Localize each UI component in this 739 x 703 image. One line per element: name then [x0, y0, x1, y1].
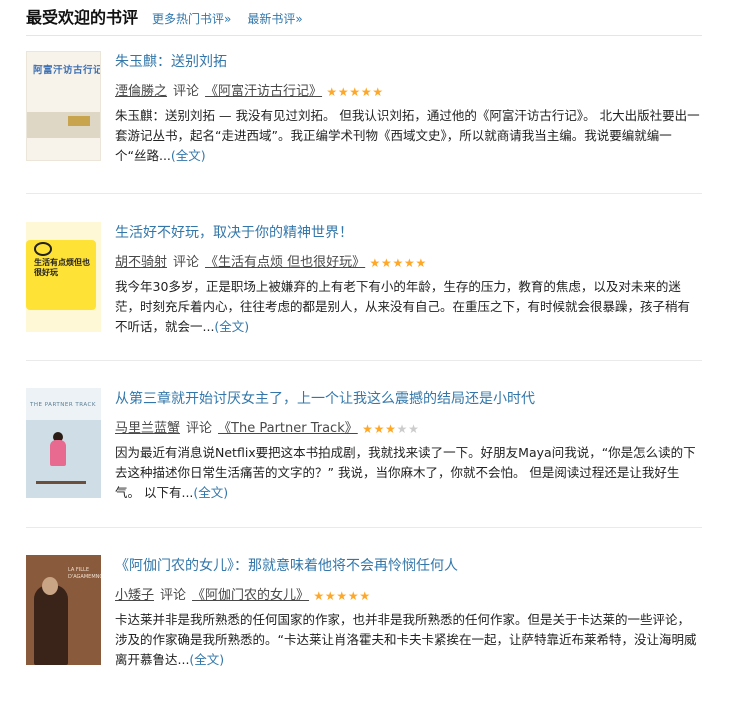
- excerpt-text: 我今年30多岁，正是职场上被嫌弃的上有老下有小的年龄，生存的压力，教育的焦虑，以…: [115, 279, 691, 334]
- review-author[interactable]: 马里兰蓝蟹: [115, 418, 180, 440]
- book-cover-afghanistan-icon[interactable]: 阿富汗访古行记: [26, 51, 101, 161]
- review-book[interactable]: 《The Partner Track》: [218, 418, 358, 440]
- review-meta: 胡不骑射 评论 《生活有点烦 但也很好玩》 ★ ★ ★ ★ ★: [115, 252, 702, 274]
- section-title: 最受欢迎的书评: [26, 8, 139, 27]
- review-item: LA FILLE D'AGAMEMNON 《阿伽门农的女儿》：那就意味着他将不会…: [26, 555, 702, 685]
- cover-title: 阿富汗访古行记: [33, 65, 101, 76]
- star-filled-icon: ★: [337, 85, 349, 99]
- review-item: 生活有点烦但也很好玩 生活好不好玩，取决于你的精神世界！ 胡不骑射 评论 《生活…: [26, 222, 702, 361]
- more-popular-reviews-link[interactable]: 更多热门书评»: [152, 7, 231, 31]
- star-filled-icon: ★: [349, 85, 361, 99]
- star-filled-icon: ★: [362, 422, 373, 436]
- star-filled-icon: ★: [392, 256, 404, 270]
- book-cover-agamemnon-icon[interactable]: LA FILLE D'AGAMEMNON: [26, 555, 101, 665]
- cover-figure-head: [42, 577, 58, 595]
- rating-stars: ★ ★ ★ ★ ★: [362, 423, 420, 435]
- star-filled-icon: ★: [336, 589, 348, 603]
- review-excerpt: 因为最近有消息说Netflix要把这本书拍成剧，我就找来读了一下。好朋友Maya…: [115, 443, 702, 503]
- review-body: 生活好不好玩，取决于你的精神世界！ 胡不骑射 评论 《生活有点烦 但也很好玩》 …: [115, 222, 702, 337]
- divider: [26, 193, 702, 194]
- review-action: 评论: [186, 421, 213, 436]
- divider: [26, 360, 702, 361]
- star-filled-icon: ★: [369, 256, 381, 270]
- cover-title: 生活有点烦但也很好玩: [34, 258, 90, 277]
- review-book[interactable]: 《阿伽门农的女儿》: [192, 585, 309, 607]
- book-cover-life-icon[interactable]: 生活有点烦但也很好玩: [26, 222, 101, 332]
- star-filled-icon: ★: [313, 589, 325, 603]
- review-action: 评论: [160, 588, 187, 603]
- book-cover-partner-track-icon[interactable]: THE PARTNER TRACK: [26, 388, 101, 498]
- review-body: 从第三章就开始讨厌女主了，上一个让我这么震撼的结局还是小时代 马里兰蓝蟹 评论 …: [115, 388, 702, 503]
- star-filled-icon: ★: [381, 256, 392, 270]
- cover-title: LA FILLE D'AGAMEMNON: [68, 567, 101, 580]
- star-filled-icon: ★: [385, 422, 396, 436]
- rating-stars: ★ ★ ★ ★ ★: [369, 257, 427, 269]
- review-title[interactable]: 生活好不好玩，取决于你的精神世界！: [115, 222, 702, 244]
- cover-figure: [50, 440, 66, 466]
- review-excerpt: 朱玉麒：送别刘拓 — 我没有见过刘拓。 但我认识刘拓，通过他的《阿富汗访古行记》…: [115, 106, 702, 166]
- star-empty-icon: ★: [408, 422, 419, 436]
- section-header: 最受欢迎的书评 更多热门书评» 最新书评»: [26, 6, 702, 36]
- star-filled-icon: ★: [326, 85, 338, 99]
- divider: [26, 527, 702, 528]
- star-filled-icon: ★: [372, 85, 384, 99]
- cover-figure: [34, 585, 68, 665]
- cover-emblem: [68, 116, 90, 126]
- review-title[interactable]: 从第三章就开始讨厌女主了，上一个让我这么震撼的结局还是小时代: [115, 388, 702, 410]
- star-filled-icon: ★: [324, 589, 336, 603]
- review-author[interactable]: 胡不骑射: [115, 252, 167, 274]
- star-filled-icon: ★: [360, 85, 372, 99]
- review-book[interactable]: 《阿富汗访古行记》: [205, 81, 322, 103]
- star-filled-icon: ★: [347, 589, 359, 603]
- cover-title: THE PARTNER TRACK: [30, 402, 96, 408]
- review-book[interactable]: 《生活有点烦 但也很好玩》: [205, 252, 365, 274]
- review-item: 阿富汗访古行记 朱玉麒：送别刘拓 湮倫勝之 评论 《阿富汗访古行记》 ★ ★ ★ ★ ★…: [26, 51, 702, 194]
- review-meta: 马里兰蓝蟹 评论 《The Partner Track》 ★ ★ ★ ★ ★: [115, 418, 702, 440]
- review-author[interactable]: 湮倫勝之: [115, 81, 167, 103]
- full-text-link[interactable]: (全文): [193, 485, 228, 500]
- review-body: 朱玉麒：送别刘拓 湮倫勝之 评论 《阿富汗访古行记》 ★ ★ ★ ★ ★ 朱玉麒：送别刘…: [115, 51, 702, 166]
- full-text-link[interactable]: (全文): [189, 652, 224, 667]
- cover-doodle: [34, 242, 52, 256]
- review-body: 《阿伽门农的女儿》：那就意味着他将不会再怜悯任何人 小矮子 评论 《阿伽门农的女…: [115, 555, 702, 670]
- full-text-link[interactable]: (全文): [214, 319, 249, 334]
- review-item: THE PARTNER TRACK 从第三章就开始讨厌女主了，上一个让我这么震撼…: [26, 388, 702, 528]
- rating-stars: ★ ★ ★ ★ ★: [313, 590, 371, 602]
- star-filled-icon: ★: [415, 256, 427, 270]
- full-text-link[interactable]: (全文): [171, 148, 206, 163]
- star-filled-icon: ★: [404, 256, 415, 270]
- review-action: 评论: [173, 84, 200, 99]
- rating-stars: ★ ★ ★ ★ ★: [326, 86, 384, 98]
- star-empty-icon: ★: [396, 422, 408, 436]
- review-action: 评论: [173, 255, 200, 270]
- review-author[interactable]: 小矮子: [115, 585, 154, 607]
- review-meta: 小矮子 评论 《阿伽门农的女儿》 ★ ★ ★ ★ ★: [115, 585, 702, 607]
- review-meta: 湮倫勝之 评论 《阿富汗访古行记》 ★ ★ ★ ★ ★: [115, 81, 702, 103]
- star-filled-icon: ★: [359, 589, 371, 603]
- star-filled-icon: ★: [373, 422, 385, 436]
- review-title[interactable]: 《阿伽门农的女儿》：那就意味着他将不会再怜悯任何人: [115, 555, 702, 577]
- review-excerpt: 卡达莱并非是我所熟悉的任何国家的作家，也并非是我所熟悉的任何作家。但是关于卡达莱…: [115, 610, 702, 670]
- review-excerpt: 我今年30多岁，正是职场上被嫌弃的上有老下有小的年龄，生存的压力，教育的焦虑，以…: [115, 277, 702, 337]
- cover-desk: [36, 481, 86, 484]
- latest-reviews-link[interactable]: 最新书评»: [247, 7, 302, 31]
- review-title[interactable]: 朱玉麒：送别刘拓: [115, 51, 702, 73]
